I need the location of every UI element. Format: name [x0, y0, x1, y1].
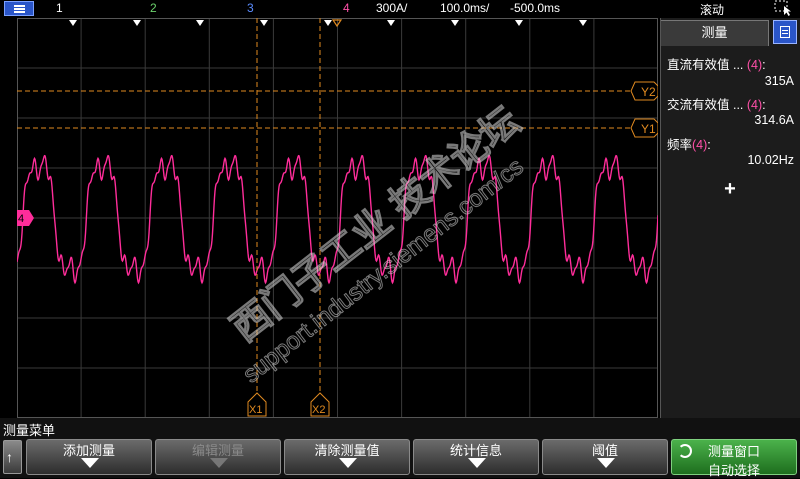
measurement-3-channel: (4)	[692, 138, 708, 152]
channel-3-indicator[interactable]: 3	[247, 1, 254, 15]
measurement-1-suffix: :	[762, 58, 766, 72]
down-arrow-icon	[468, 458, 486, 468]
cursor-y1-label: Y1	[641, 122, 656, 136]
waveform-display[interactable]: Y2 Y1 X1 X2 4 西门子工业 技术论坛 support.industr…	[17, 18, 658, 418]
down-arrow-icon	[210, 458, 228, 468]
measurement-3-value: 10.02Hz	[747, 153, 794, 167]
up-arrow-icon: ↑	[6, 449, 13, 465]
statistics-softkey[interactable]: 统计信息	[413, 439, 539, 475]
back-button[interactable]: ↑	[3, 440, 22, 474]
down-arrow-icon	[81, 458, 99, 468]
rotate-knob-icon	[678, 444, 692, 458]
cursor-y2-label: Y2	[641, 85, 656, 99]
time-scale: 100.0ms/	[440, 1, 490, 15]
vertical-scale: 300A/	[376, 1, 408, 15]
thresholds-softkey[interactable]: 阈值	[542, 439, 668, 475]
measurement-2-label[interactable]: 交流有效值 ... (4):	[667, 94, 766, 113]
softkey-menu: 测量菜单 ↑ 添加测量 编辑测量 清除测量值 统计信息 阈值 测量窗口 自动选择	[0, 418, 800, 478]
measurement-3-name: 频率	[667, 138, 693, 152]
measurement-panel: 测量 直流有效值 ... (4): 315A 交流有效值 ... (4): 31…	[660, 18, 800, 418]
clear-measurements-softkey[interactable]: 清除测量值	[284, 439, 410, 475]
softkey-value: 自动选择	[707, 463, 760, 478]
touch-cursor-icon[interactable]	[774, 0, 794, 16]
channel-2-indicator[interactable]: 2	[150, 1, 157, 15]
measurement-2-channel: (4)	[746, 98, 763, 112]
measurement-3-suffix: :	[707, 138, 711, 152]
measurement-1-label[interactable]: 直流有效值 ... (4):	[667, 54, 766, 73]
panel-menu-icon[interactable]	[773, 20, 797, 44]
channel-4-marker-label: 4	[18, 213, 24, 225]
add-measurement-softkey[interactable]: 添加测量	[26, 439, 152, 475]
measurement-panel-tab[interactable]: 测量	[661, 20, 769, 46]
softkey-label: 编辑测量	[191, 443, 244, 458]
softkey-label: 添加测量	[62, 443, 115, 458]
plus-icon[interactable]: +	[721, 179, 739, 199]
measurement-3-label[interactable]: 频率(4):	[667, 134, 711, 153]
down-arrow-icon	[597, 458, 615, 468]
measurement-1-name: 直流有效值 ...	[667, 58, 747, 72]
down-arrow-icon	[339, 458, 357, 468]
softkey-label: 统计信息	[449, 443, 502, 458]
measurement-2-value: 314.6A	[754, 113, 794, 127]
channel-4-indicator[interactable]: 4	[343, 1, 350, 15]
cursor-x2-label: X2	[312, 404, 325, 416]
acquisition-mode: 滚动	[700, 3, 725, 17]
measurement-2-suffix: :	[762, 98, 766, 112]
softkey-label: 清除测量值	[314, 443, 380, 458]
channel-1-indicator[interactable]: 1	[56, 1, 63, 15]
status-bar: 1 2 3 4 300A/ 100.0ms/ -500.0ms 滚动	[0, 0, 800, 18]
menu-title: 测量菜单	[3, 423, 56, 438]
cursor-x1-label: X1	[249, 404, 262, 416]
main-menu-button[interactable]	[4, 1, 34, 16]
softkey-label: 阈值	[591, 443, 618, 458]
measurement-1-channel: (4)	[746, 58, 763, 72]
edit-measurement-softkey[interactable]: 编辑测量	[155, 439, 281, 475]
measurement-2-name: 交流有效值 ...	[667, 98, 747, 112]
measurement-1-value: 315A	[764, 74, 794, 88]
measurement-window-softkey[interactable]: 测量窗口 自动选择	[671, 439, 797, 478]
time-position: -500.0ms	[510, 1, 561, 15]
